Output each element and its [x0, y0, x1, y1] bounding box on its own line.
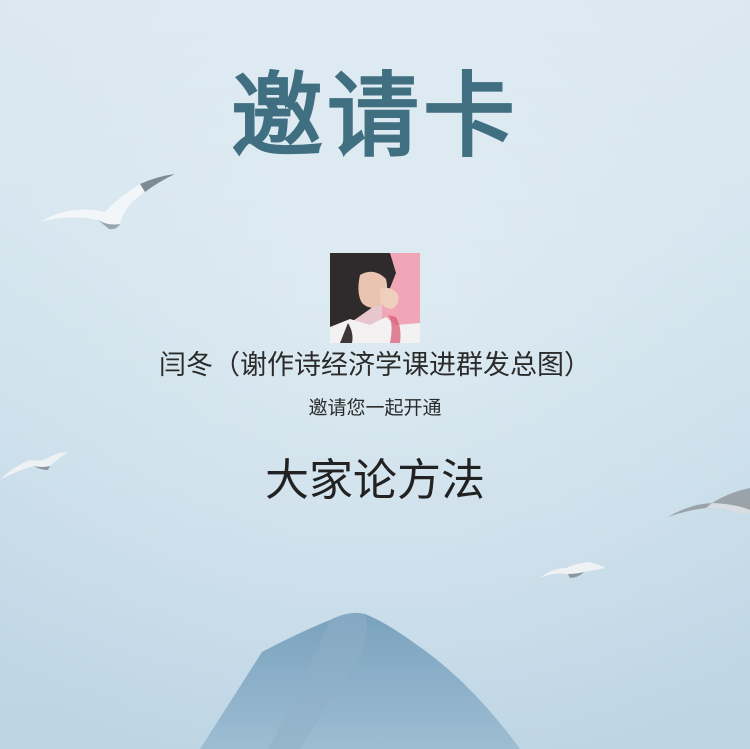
invite-subtitle: 邀请您一起开通 — [308, 397, 442, 419]
inviter-name: 闫冬（谢作诗经济学课进群发总图） — [159, 350, 591, 381]
invitation-card: 邀请卡 闫冬（谢作诗经济学课进群发总图） 邀请您一起开通 大家论方法 — [0, 0, 750, 749]
avatar — [330, 253, 420, 343]
group-name: 大家论方法 — [265, 455, 485, 506]
user-photo — [330, 253, 420, 343]
page-title: 邀请卡 — [230, 63, 519, 170]
